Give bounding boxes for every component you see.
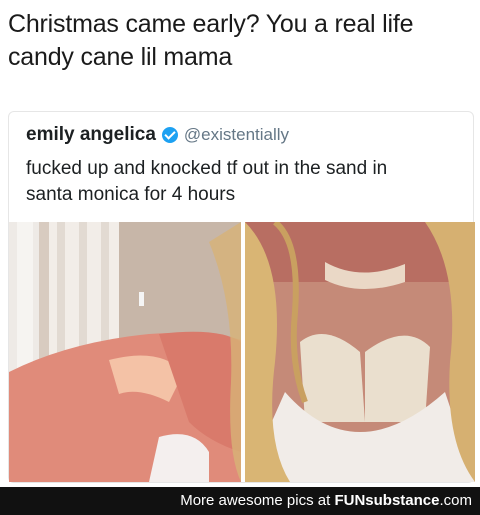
footer-domain: .com: [439, 492, 472, 509]
tweet-photo-arm[interactable]: [9, 222, 241, 482]
tweet-text-line-2: santa monica for 4 hours: [26, 184, 236, 205]
footer-prefix: More awesome pics at: [180, 492, 335, 509]
site-footer-banner[interactable]: More awesome pics at FUNsubstance.com: [0, 487, 480, 515]
tweet-text: fucked up and knocked tf out in the sand…: [26, 156, 456, 208]
footer-brand: FUNsubstance: [334, 492, 440, 509]
arm-photo-illustration: [9, 222, 241, 482]
tweet-author-name[interactable]: emily angelica: [26, 124, 156, 146]
verified-badge-icon: [161, 127, 178, 143]
caption-line-2: candy cane lil mama: [8, 43, 233, 71]
tweet-text-line-1: fucked up and knocked tf out in the sand…: [26, 158, 388, 179]
caption-line-1: Christmas came early? You a real life: [8, 10, 414, 38]
tweet-card: emily angelica @existentially fucked up …: [8, 111, 475, 483]
chest-photo-illustration: [245, 222, 475, 482]
tweet-header: emily angelica @existentially: [26, 124, 289, 146]
post-caption: Christmas came early? You a real life ca…: [8, 8, 470, 74]
footer-text: More awesome pics at FUNsubstance.com: [180, 492, 472, 509]
tweet-author-handle[interactable]: @existentially: [184, 125, 289, 145]
tweet-photo-chest[interactable]: [245, 222, 475, 482]
